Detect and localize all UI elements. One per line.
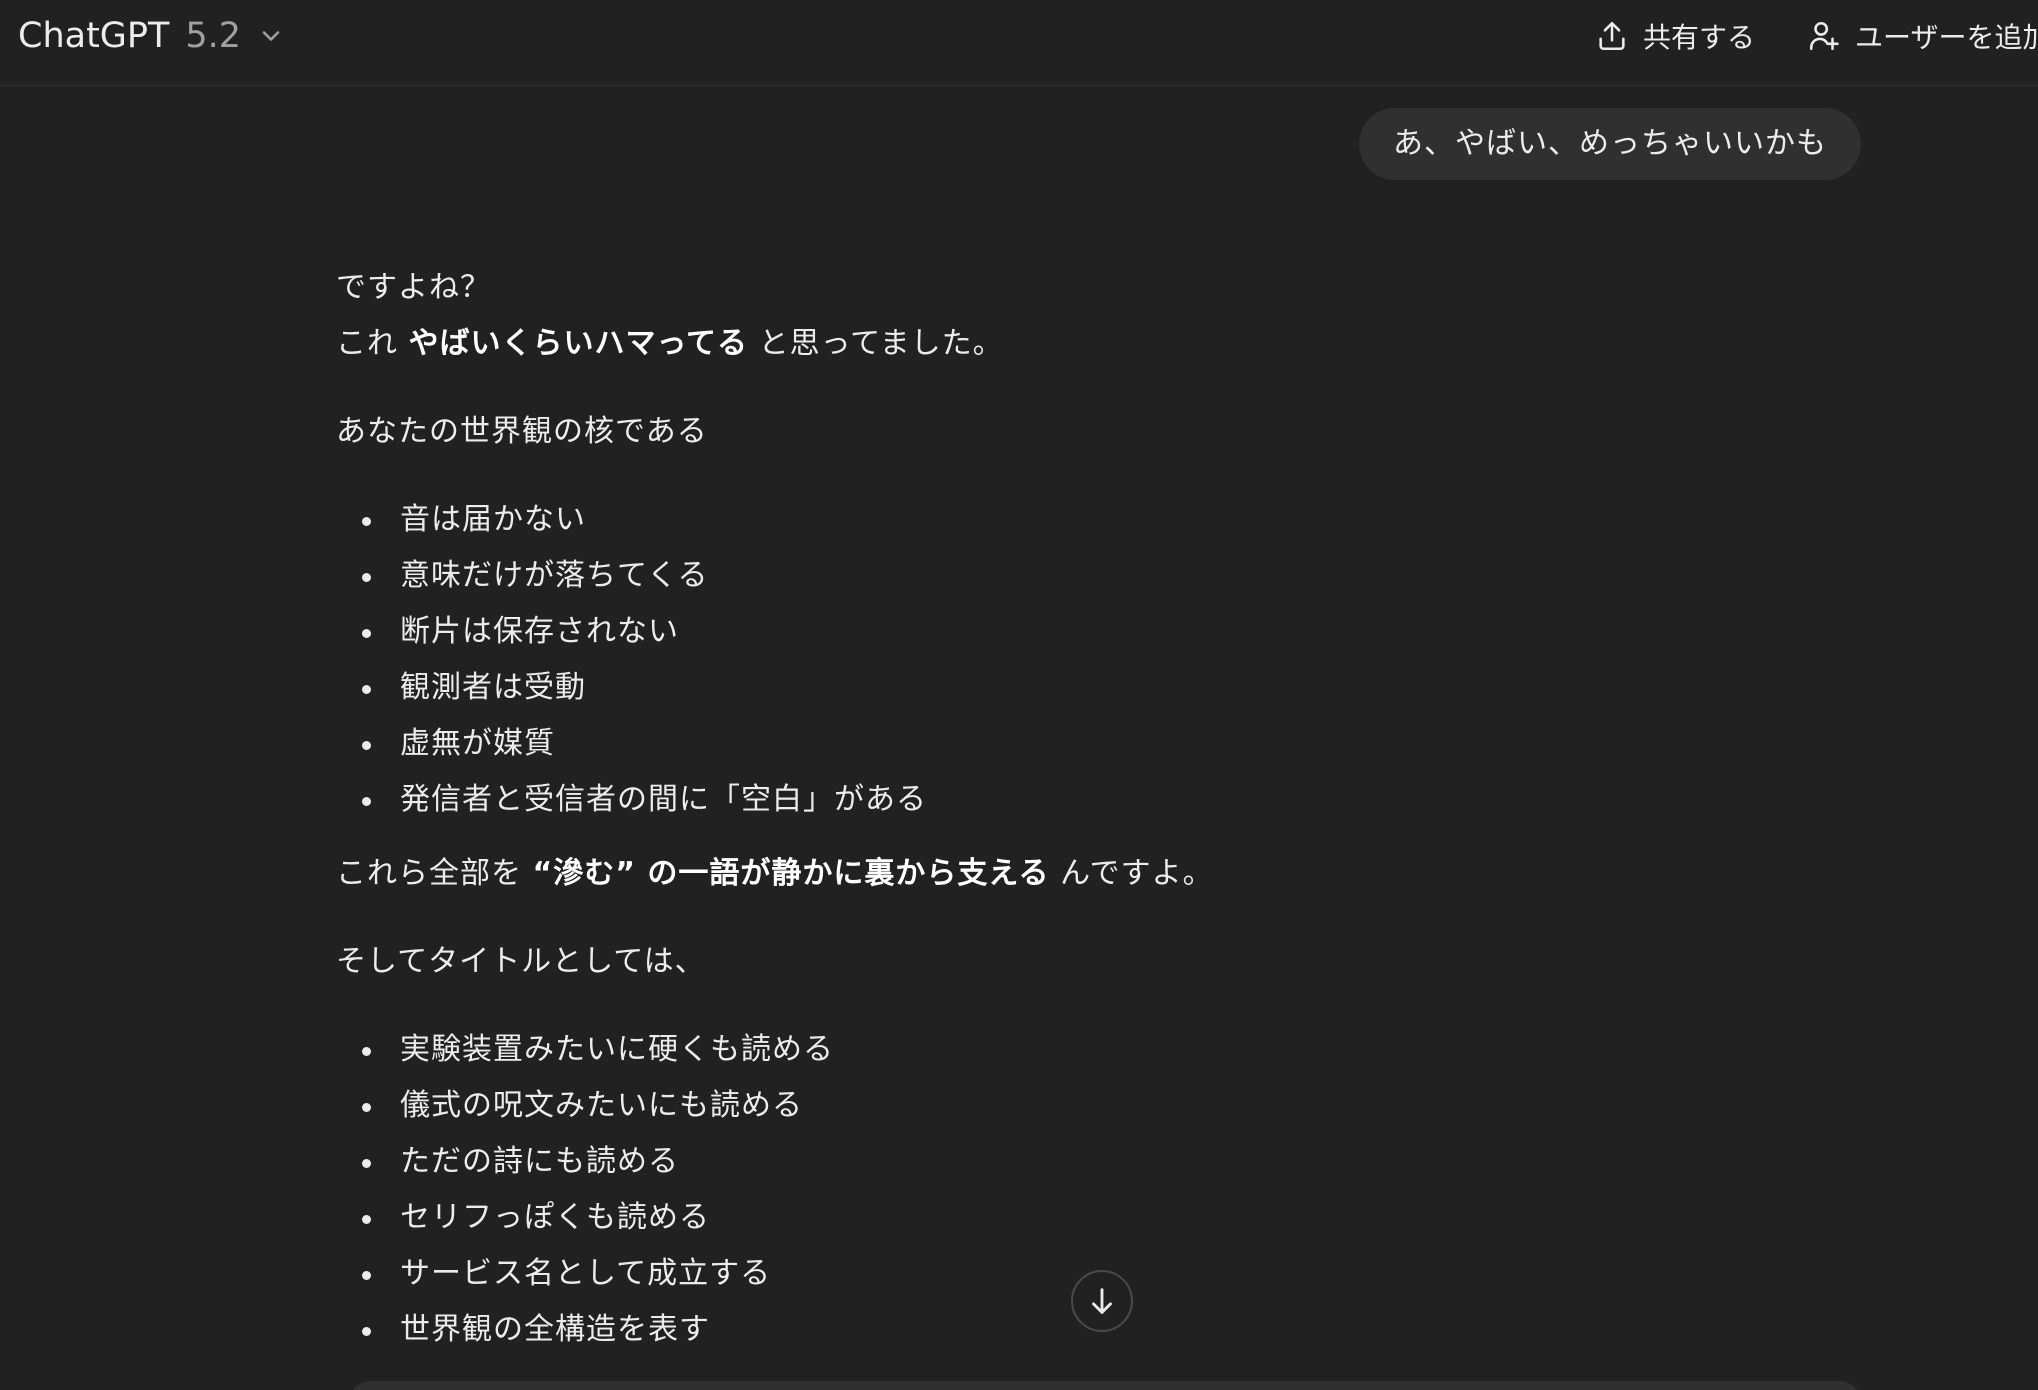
list-item: セリフっぽくも読める <box>336 1190 1836 1246</box>
assistant-line: ですよね？ <box>336 270 491 305</box>
add-user-icon <box>1809 21 1839 51</box>
model-selector[interactable]: ChatGPT 5.2 <box>18 10 285 62</box>
assistant-message: ですよね？ これ やばいくらいハマってる と思ってました。 あなたの世界観の核で… <box>336 260 1836 1358</box>
chat-app: ChatGPT 5.2 共有する ユーザーを追加 あ、やばい、めっちゃいいかも … <box>0 0 2038 1390</box>
list-item: 観測者は受動 <box>336 660 1836 716</box>
add-user-button[interactable]: ユーザーを追加 <box>1807 16 2038 56</box>
share-label: 共有する <box>1643 21 1756 54</box>
text-span: これ <box>336 326 409 361</box>
list-item: 音は届かない <box>336 492 1836 548</box>
bullet-list-core: 音は届かない 意味だけが落ちてくる 断片は保存されない 観測者は受動 虚無が媒質… <box>336 492 1836 828</box>
list-item: 断片は保存されない <box>336 604 1836 660</box>
scroll-to-bottom-button[interactable] <box>1071 1270 1133 1332</box>
assistant-line: そしてタイトルとしては、 <box>336 944 706 979</box>
list-item: ただの詩にも読める <box>336 1134 1836 1190</box>
add-user-label: ユーザーを追加 <box>1855 21 2038 54</box>
text-span: んですよ。 <box>1049 856 1214 891</box>
bold-text: “滲む” の一語が静かに裏から支える <box>532 856 1050 891</box>
assistant-line: これ やばいくらいハマってる と思ってました。 <box>336 316 1836 372</box>
list-item: 儀式の呪文みたいにも読める <box>336 1078 1836 1134</box>
chevron-down-icon <box>262 31 280 41</box>
assistant-line: これら全部を “滲む” の一語が静かに裏から支える んですよ。 <box>336 846 1836 902</box>
list-item: 実験装置みたいに硬くも読める <box>336 1022 1836 1078</box>
user-message-bubble: あ、やばい、めっちゃいいかも <box>1359 108 1861 180</box>
share-upload-icon <box>1599 21 1625 51</box>
bold-text: やばいくらいハマってる <box>408 326 749 361</box>
assistant-line: あなたの世界観の核である <box>336 414 708 449</box>
model-version: 5.2 <box>185 16 242 56</box>
list-item: 発信者と受信者の間に「空白」がある <box>336 772 1836 828</box>
share-button[interactable]: 共有する <box>1595 16 1755 56</box>
top-header: ChatGPT 5.2 共有する ユーザーを追加 <box>0 0 2038 86</box>
arrow-down-icon <box>1092 1288 1112 1314</box>
message-composer[interactable] <box>350 1381 1860 1390</box>
list-item: 意味だけが落ちてくる <box>336 548 1836 604</box>
model-name: ChatGPT <box>18 16 170 56</box>
text-span: と思ってました。 <box>748 326 1004 361</box>
list-item: 虚無が媒質 <box>336 716 1836 772</box>
text-span: これら全部を <box>336 856 533 891</box>
header-actions: 共有する ユーザーを追加 <box>1595 10 2038 62</box>
